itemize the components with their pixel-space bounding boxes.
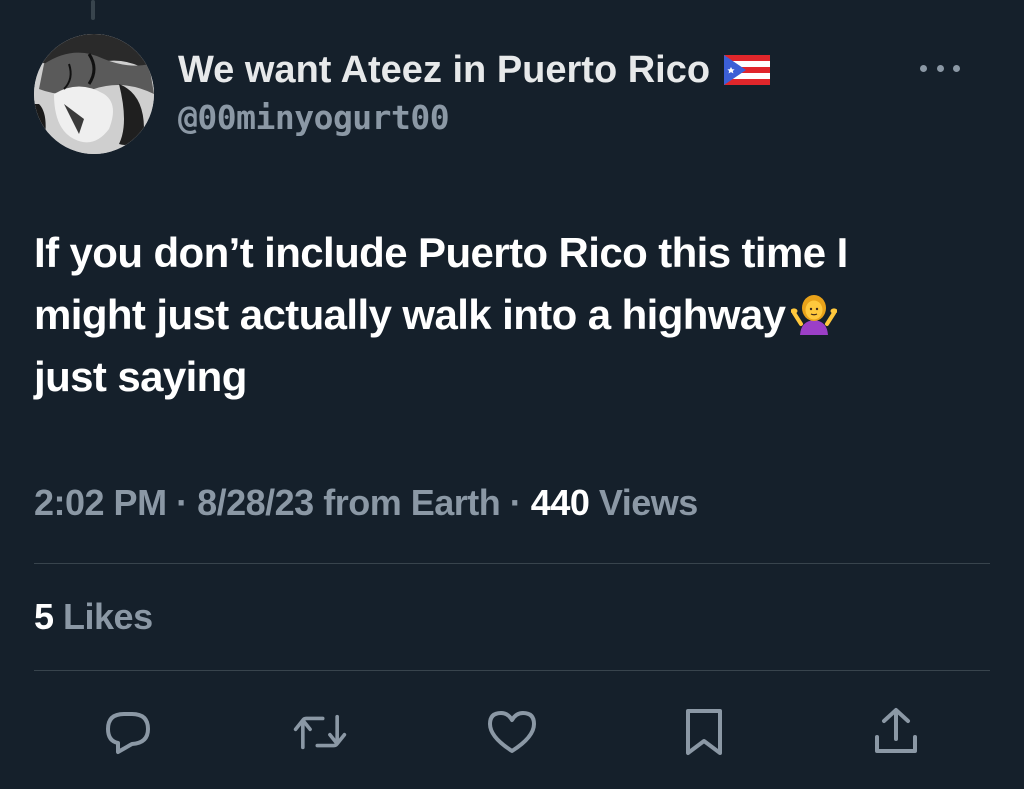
divider <box>34 670 990 671</box>
avatar[interactable] <box>34 34 154 154</box>
tweet-date[interactable]: 8/28/23 <box>197 482 314 523</box>
separator-dot: · <box>176 482 188 523</box>
tweet-metadata: 2:02 PM · 8/28/23 from Earth · 440 Views <box>34 482 698 524</box>
bookmark-icon <box>686 709 722 755</box>
share-icon <box>875 708 917 753</box>
tweet-text-line-with-emoji: might just actually walk into a highway <box>34 284 994 346</box>
separator-dot: · <box>509 482 522 523</box>
tweet-text-line: might just actually walk into a highway <box>34 291 786 338</box>
reply-button[interactable] <box>100 706 156 758</box>
tweet-text-line: just saying <box>34 353 247 400</box>
user-handle[interactable]: @00minyogurt00 <box>178 96 770 140</box>
share-button[interactable] <box>868 706 924 758</box>
more-dot <box>953 64 960 72</box>
likes-stat[interactable]: 5 Likes <box>34 596 153 638</box>
thread-connector-line <box>91 0 95 20</box>
tweet-actions-bar <box>100 706 924 758</box>
display-name-row[interactable]: We want Ateez in Puerto Rico <box>178 48 771 92</box>
tweet-source: from Earth <box>323 482 501 523</box>
more-options-icon[interactable] <box>920 56 960 80</box>
like-button[interactable] <box>484 706 540 758</box>
tweet-header: We want Ateez in Puerto Rico @00minyogur… <box>34 34 996 158</box>
retweet-icon <box>293 714 347 750</box>
more-dot <box>936 64 944 72</box>
likes-count[interactable]: 5 <box>34 596 54 637</box>
retweet-button[interactable] <box>292 706 348 758</box>
bookmark-button[interactable] <box>676 706 732 758</box>
person-shrugging-icon <box>790 291 838 337</box>
tweet-text: If you don’t include Puerto Rico this ti… <box>34 222 994 408</box>
heart-icon <box>488 711 536 753</box>
divider <box>34 563 990 564</box>
tweet-text-line: If you don’t include Puerto Rico this ti… <box>34 229 848 276</box>
views-count: 440 <box>530 482 590 523</box>
more-dot <box>920 64 927 72</box>
user-names: We want Ateez in Puerto Rico @00minyogur… <box>178 48 771 140</box>
display-name[interactable]: We want Ateez in Puerto Rico <box>178 48 710 92</box>
likes-label[interactable]: Likes <box>63 596 153 637</box>
reply-icon <box>106 712 150 754</box>
tweet-time[interactable]: 2:02 PM <box>34 482 167 523</box>
views-label: Views <box>598 482 698 523</box>
puerto-rico-flag-icon <box>724 55 771 85</box>
